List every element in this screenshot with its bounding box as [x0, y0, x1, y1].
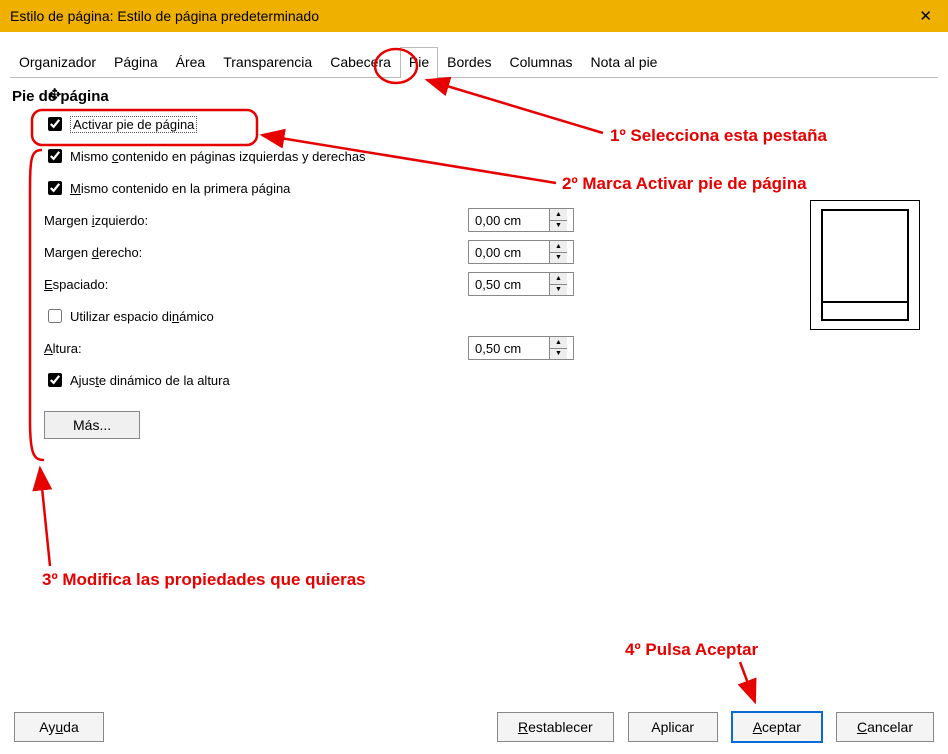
input-margen-izquierdo[interactable]: ▲▼ [468, 208, 574, 232]
row-mismo-primera: Mismo contenido en la primera página [44, 175, 938, 201]
spin-up-icon[interactable]: ▲ [550, 273, 567, 285]
row-espacio-dinamico: Utilizar espacio dinámico [44, 303, 938, 329]
close-icon[interactable]: ✕ [909, 3, 942, 29]
value-margen-izquierdo[interactable] [469, 209, 549, 231]
row-altura: Altura: ▲▼ [44, 335, 938, 361]
label-margen-derecho: Margen derecho: [44, 245, 424, 260]
dialog-footer: Ayuda Restablecer Aplicar Aceptar Cancel… [14, 712, 934, 742]
value-espaciado[interactable] [469, 273, 549, 295]
tab-columnas[interactable]: Columnas [501, 47, 582, 78]
tab-organizador[interactable]: Organizador [10, 47, 105, 78]
checkbox-ajuste-dinamico[interactable] [48, 373, 62, 387]
spin-up-icon[interactable]: ▲ [550, 209, 567, 221]
tab-bordes[interactable]: Bordes [438, 47, 500, 78]
cancel-button[interactable]: Cancelar [836, 712, 934, 742]
label-mismo-izq-der: Mismo contenido en páginas izquierdas y … [70, 149, 366, 164]
row-margen-izquierdo: Margen izquierdo: ▲▼ [44, 207, 938, 233]
spin-down-icon[interactable]: ▼ [550, 253, 567, 264]
spin-down-icon[interactable]: ▼ [550, 349, 567, 360]
reset-button[interactable]: Restablecer [497, 712, 614, 742]
spin-down-icon[interactable]: ▼ [550, 285, 567, 296]
checkbox-activar[interactable] [48, 117, 62, 131]
more-button[interactable]: Más... [44, 411, 140, 439]
checkbox-mismo-izq-der[interactable] [48, 149, 62, 163]
label-espacio-dinamico: Utilizar espacio dinámico [70, 309, 214, 324]
tab-strip: Organizador Página Área Transparencia Ca… [10, 46, 938, 78]
row-mismo-izq-der: Mismo contenido en páginas izquierdas y … [44, 143, 938, 169]
spin-down-icon[interactable]: ▼ [550, 221, 567, 232]
value-margen-derecho[interactable] [469, 241, 549, 263]
annotation-3: 3º Modifica las propiedades que quieras [42, 570, 366, 590]
row-margen-derecho: Margen derecho: ▲▼ [44, 239, 938, 265]
annotation-4: 4º Pulsa Aceptar [625, 640, 758, 660]
apply-button[interactable]: Aplicar [628, 712, 718, 742]
input-espaciado[interactable]: ▲▼ [468, 272, 574, 296]
titlebar: Estilo de página: Estilo de página prede… [0, 0, 948, 32]
label-espaciado: Espaciado: [44, 277, 424, 292]
row-activar: Activar pie de página [44, 111, 938, 137]
window-title: Estilo de página: Estilo de página prede… [10, 8, 319, 24]
row-ajuste-dinamico: Ajuste dinámico de la altura [44, 367, 938, 393]
input-altura[interactable]: ▲▼ [468, 336, 574, 360]
label-margen-izquierdo: Margen izquierdo: [44, 213, 424, 228]
tab-cabecera[interactable]: Cabecera [321, 47, 400, 78]
tab-notaalpie[interactable]: Nota al pie [582, 47, 667, 78]
section-title: Pie de página [12, 88, 938, 105]
spin-up-icon[interactable]: ▲ [550, 241, 567, 253]
label-activar: Activar pie de página [70, 116, 197, 133]
help-button[interactable]: Ayuda [14, 712, 104, 742]
label-mismo-primera: Mismo contenido en la primera página [70, 181, 290, 196]
label-altura: Altura: [44, 341, 424, 356]
page-preview [810, 200, 920, 330]
checkbox-espacio-dinamico[interactable] [48, 309, 62, 323]
value-altura[interactable] [469, 337, 549, 359]
row-espaciado: Espaciado: ▲▼ [44, 271, 938, 297]
tab-area[interactable]: Área [167, 47, 215, 78]
tab-pie[interactable]: Pie [400, 47, 438, 78]
tab-pagina[interactable]: Página [105, 47, 167, 78]
spin-up-icon[interactable]: ▲ [550, 337, 567, 349]
tab-transparencia[interactable]: Transparencia [214, 47, 321, 78]
label-ajuste-dinamico: Ajuste dinámico de la altura [70, 373, 230, 388]
input-margen-derecho[interactable]: ▲▼ [468, 240, 574, 264]
checkbox-mismo-primera[interactable] [48, 181, 62, 195]
accept-button[interactable]: Aceptar [732, 712, 822, 742]
